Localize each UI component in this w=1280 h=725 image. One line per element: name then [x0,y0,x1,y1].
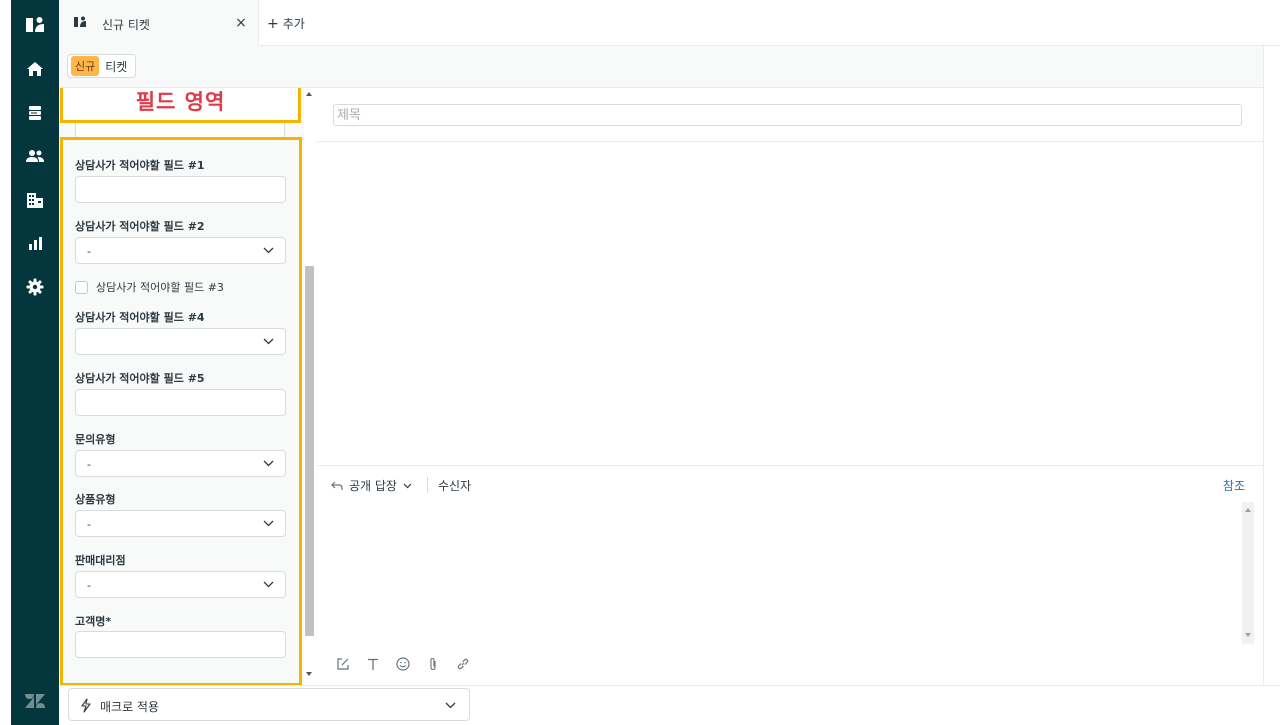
chevron-down-icon [263,581,274,588]
composer-divider [427,477,428,493]
add-tab-label: 추가 [282,17,305,31]
annotation-label-text: 필드 영역 [135,90,226,114]
field-5-input[interactable] [75,389,286,416]
plus-icon: + [267,15,279,32]
field-4-select[interactable] [75,328,286,355]
chevron-down-icon [263,338,274,345]
product-type-label: 상품유형 [75,493,116,506]
link-button[interactable] [453,654,473,674]
field-3-checkbox[interactable] [75,280,88,294]
compose-edit-button[interactable] [333,654,353,674]
scroll-down-arrow-icon[interactable] [1245,633,1251,637]
emoji-button[interactable] [393,654,413,674]
reply-arrow-icon [331,481,343,490]
right-context-panel [1263,46,1280,725]
field-2-value: - [87,245,91,258]
chevron-down-icon [445,702,456,709]
product-type-value: - [87,518,91,531]
left-edge [0,0,11,725]
lightning-icon [81,698,91,713]
nav-admin[interactable] [11,267,59,307]
nav-logo[interactable] [11,5,59,45]
field-label-3: 상담사가 적어야할 필드 #3 [96,281,224,294]
emoji-icon [396,657,410,671]
text-format-icon [368,658,378,670]
field-label-1: 상담사가 적어야할 필드 #1 [75,159,205,172]
zendesk-logo-icon [25,694,45,708]
composer-textarea[interactable] [333,502,1243,644]
main-nav [11,0,59,725]
reply-type-button[interactable]: 공개 답장 [331,477,412,494]
subject-row [317,88,1263,142]
nav-views[interactable] [11,93,59,133]
customers-icon [26,150,44,162]
dealer-select[interactable]: - [75,571,286,598]
product-type-select[interactable]: - [75,510,286,537]
scroll-up-arrow-icon[interactable] [1245,508,1251,512]
conversation-area [317,143,1263,466]
tab-bar: 신규 티켓 × + 추가 [59,0,1280,46]
nav-product-tray[interactable] [11,681,59,721]
scroll-thumb[interactable] [305,266,314,636]
field-3-checkbox-row[interactable]: 상담사가 적어야할 필드 #3 [75,279,224,295]
chevron-down-icon [263,460,274,467]
tab-title: 신규 티켓 [102,18,150,32]
add-tab-button[interactable]: + 추가 [267,15,305,32]
status-badge: 신규 [71,56,100,76]
views-icon [29,106,41,120]
composer-toolbar [333,654,473,674]
nav-organizations[interactable] [11,180,59,220]
nav-customers[interactable] [11,136,59,176]
field-2-select[interactable]: - [75,237,286,264]
subject-input[interactable] [333,104,1242,126]
zendesk-brand-icon [26,17,44,32]
customer-name-label: 고객명* [75,615,112,628]
dealer-value: - [87,579,91,592]
customer-name-input[interactable] [75,631,286,658]
fields-scrollbar[interactable] [304,88,316,685]
field-label-4: 상담사가 적어야할 필드 #4 [75,311,205,324]
apply-macro-button[interactable]: 매크로 적용 [68,688,470,721]
ticket-main: 공개 답장 수신자 참조 [317,88,1263,685]
ticket-fields-panel: 필드 영역 상담사가 적어야할 필드 #1 상담사가 적어야할 필드 #2 - … [59,88,316,685]
tab-close-icon[interactable]: × [233,14,249,32]
ticket-header-bar: 신규 티켓 [59,46,1280,88]
composer-scrollbar[interactable] [1242,502,1254,644]
field-1-input[interactable] [75,176,286,203]
nav-home[interactable] [11,49,59,89]
scroll-up-arrow-icon[interactable] [306,92,312,96]
app-root: 신규 티켓 × + 추가 신규 티켓 필드 영역 상담사가 적어야할 필드 #1… [0,0,1280,725]
reporting-icon [29,237,42,250]
annotation-label: 필드 영역 [60,88,301,123]
inquiry-type-select[interactable]: - [75,450,286,477]
edit-icon [337,658,349,670]
chevron-down-icon [263,247,274,254]
home-icon [27,62,43,76]
reply-type-label: 공개 답장 [349,479,397,493]
inquiry-type-value: - [87,458,91,471]
breadcrumb-label: 티켓 [105,59,128,74]
chevron-down-icon [263,520,274,527]
chevron-down-icon [403,483,412,488]
bottom-bar: 매크로 적용 [59,685,1280,725]
scroll-down-arrow-icon[interactable] [306,672,312,676]
apply-macro-label: 매크로 적용 [100,700,160,714]
nav-reporting[interactable] [11,223,59,263]
ticket-brand-icon [74,16,86,27]
organizations-icon [27,193,43,208]
admin-gear-icon [26,278,44,296]
attach-button[interactable] [423,654,443,674]
breadcrumb[interactable]: 신규 티켓 [67,54,137,78]
composer-header: 공개 답장 수신자 참조 [317,467,1263,503]
tab-new-ticket[interactable]: 신규 티켓 × [59,0,259,46]
inquiry-type-label: 문의유형 [75,433,116,446]
link-icon [457,658,469,670]
paperclip-icon [430,657,436,671]
recipient-field[interactable]: 수신자 [438,477,471,494]
dealer-label: 판매대리점 [75,554,126,567]
cc-link[interactable]: 참조 [1223,477,1245,494]
field-label-5: 상담사가 적어야할 필드 #5 [75,372,205,385]
text-format-button[interactable] [363,654,383,674]
field-label-2: 상담사가 적어야할 필드 #2 [75,220,205,233]
